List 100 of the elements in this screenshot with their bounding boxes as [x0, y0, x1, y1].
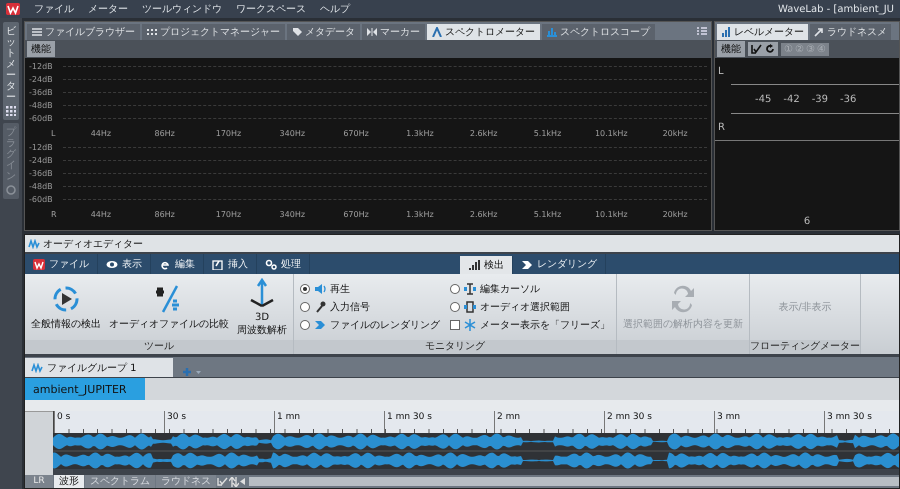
scale-label: -39 — [812, 94, 828, 104]
panel-tab[interactable]: メタデータ — [287, 24, 360, 40]
ribbon-button[interactable]: 3D 周波数解析 — [237, 278, 287, 336]
frequency-label: 20kHz — [662, 128, 689, 138]
render-arrow-icon — [314, 319, 326, 331]
circle-icon — [6, 185, 16, 195]
monitor-option[interactable]: メーター表示を「フリーズ」 — [450, 318, 610, 332]
frequency-label: 20kHz — [662, 210, 689, 218]
monitor-option[interactable]: 入力信号 — [300, 300, 440, 314]
radio-button[interactable] — [300, 302, 310, 312]
db-label: -48dB — [29, 101, 54, 110]
menu-item[interactable]: メーター — [88, 2, 128, 16]
frequency-label: 44Hz — [90, 128, 112, 138]
checkmark-icon[interactable] — [751, 44, 762, 54]
frequency-label: 44Hz — [90, 210, 112, 218]
bar-chart-icon — [547, 27, 557, 37]
scale-label: -42 — [783, 94, 800, 104]
bar-chart-icon — [468, 260, 480, 270]
frequency-label: 170Hz — [214, 210, 242, 218]
frequency-label: 5.1kHz — [532, 128, 562, 138]
frequency-label: 340Hz — [278, 128, 306, 138]
function-button[interactable]: 機能 — [27, 41, 55, 57]
monitor-option[interactable]: オーディオ選択範囲 — [450, 300, 610, 314]
ribbon-tab[interactable]: 検出 — [460, 256, 513, 274]
frequency-label: 86Hz — [153, 210, 176, 218]
time-label: 0 s — [56, 412, 70, 422]
panel-tab[interactable]: レベルメーター — [717, 24, 808, 40]
peak-icon — [432, 27, 442, 37]
logo-icon — [33, 258, 45, 270]
scale-label: -36 — [840, 94, 856, 104]
panel-tab[interactable]: スペクトロメーター — [427, 24, 540, 40]
checkbox[interactable] — [450, 320, 460, 330]
frequency-label: 2.6kHz — [468, 128, 498, 138]
ribbon-button[interactable]: 全般情報の検出 — [31, 283, 101, 331]
snowflake-icon — [464, 319, 476, 331]
frequency-label: 10.1kHz — [594, 128, 629, 138]
swap-arrows-icon[interactable] — [229, 476, 239, 486]
db-label: -12dB — [29, 62, 54, 71]
channel-label: LR — [25, 475, 53, 488]
radio-button[interactable] — [300, 284, 310, 294]
db-label: -36dB — [29, 169, 54, 178]
selection-icon — [464, 301, 476, 313]
radio-button[interactable] — [450, 284, 460, 294]
time-label: 1 mn — [276, 412, 300, 422]
frequency-label: 670Hz — [342, 128, 370, 138]
menu-item[interactable]: ワークスペース — [236, 2, 306, 16]
monitor-option[interactable]: 編集カーソル — [450, 282, 610, 296]
radio-button[interactable] — [300, 320, 310, 330]
text-cursor-icon — [464, 283, 476, 295]
meter-reading: 6 — [804, 216, 810, 227]
radio-button[interactable] — [450, 302, 460, 312]
channel-label: R — [718, 122, 725, 132]
insert-icon — [212, 258, 224, 270]
grid-icon — [147, 27, 157, 37]
refresh-icon[interactable] — [765, 44, 775, 54]
tag-icon — [292, 27, 302, 37]
list-icon — [32, 27, 42, 37]
db-label: -60dB — [29, 114, 54, 123]
file-tab[interactable]: ambient_JUPITER — [25, 378, 145, 400]
monitor-option[interactable]: ファイルのレンダリング — [300, 318, 440, 332]
channel-label: L — [718, 66, 724, 76]
scroll-left-icon[interactable] — [240, 478, 245, 485]
file-group-tab[interactable]: ファイルグループ 1 — [25, 358, 173, 377]
wave-icon — [28, 238, 40, 248]
panel-tab[interactable]: ファイルブラウザー — [27, 24, 140, 40]
frequency-label: 170Hz — [214, 128, 242, 138]
frequency-label: 1.3kHz — [405, 210, 435, 218]
time-label: 3 mn — [716, 412, 740, 422]
side-tab-label: ビットメーター — [6, 26, 16, 103]
time-label: 1 mn 30 s — [386, 412, 432, 422]
view-tab[interactable]: 波形 — [54, 475, 84, 488]
panel-tab[interactable]: プロジェクトマネージャー — [142, 24, 285, 40]
frequency-label: 86Hz — [153, 128, 176, 138]
menu-item[interactable]: ヘルプ — [320, 2, 350, 16]
function-button[interactable]: 機能 — [717, 41, 745, 57]
grid-icon — [6, 106, 16, 116]
panel-tab[interactable]: スペクトロスコープ — [542, 24, 655, 40]
menu-item[interactable]: ツールウィンドウ — [142, 2, 222, 16]
time-label: 2 mn — [496, 412, 520, 422]
db-label: -36dB — [29, 88, 54, 97]
editor-title: オーディオエディター — [43, 238, 143, 250]
panel-tab[interactable]: マーカー — [362, 24, 425, 40]
window-title: WaveLab - [ambient_JU — [778, 4, 894, 14]
panel-tab[interactable]: ラウドネスメ — [810, 24, 891, 40]
gears-icon — [265, 258, 277, 270]
microphone-icon — [314, 301, 326, 313]
scrollbar[interactable] — [249, 477, 899, 486]
side-tab[interactable]: ビットメーター — [3, 22, 19, 120]
app-logo-icon — [6, 3, 20, 15]
eye-icon — [106, 258, 118, 270]
panel-menu-icon[interactable] — [697, 27, 707, 35]
time-label: 2 mn 30 s — [606, 412, 652, 422]
menu-item[interactable]: ファイル — [34, 2, 74, 16]
channel-label: L — [50, 128, 56, 138]
db-label: -24dB — [29, 75, 54, 84]
time-ruler[interactable]: 0 s 30 s 1 mn 1 mn 30 s 2 mn 2 mn 30 s 3 mn 3 mn 30 s — [53, 411, 899, 433]
monitor-option[interactable]: 再生 — [300, 282, 440, 296]
arrow-icon — [521, 258, 533, 270]
group-caption: モニタリング — [425, 341, 485, 352]
ribbon-button[interactable]: オーディオファイルの比較 — [109, 283, 229, 331]
